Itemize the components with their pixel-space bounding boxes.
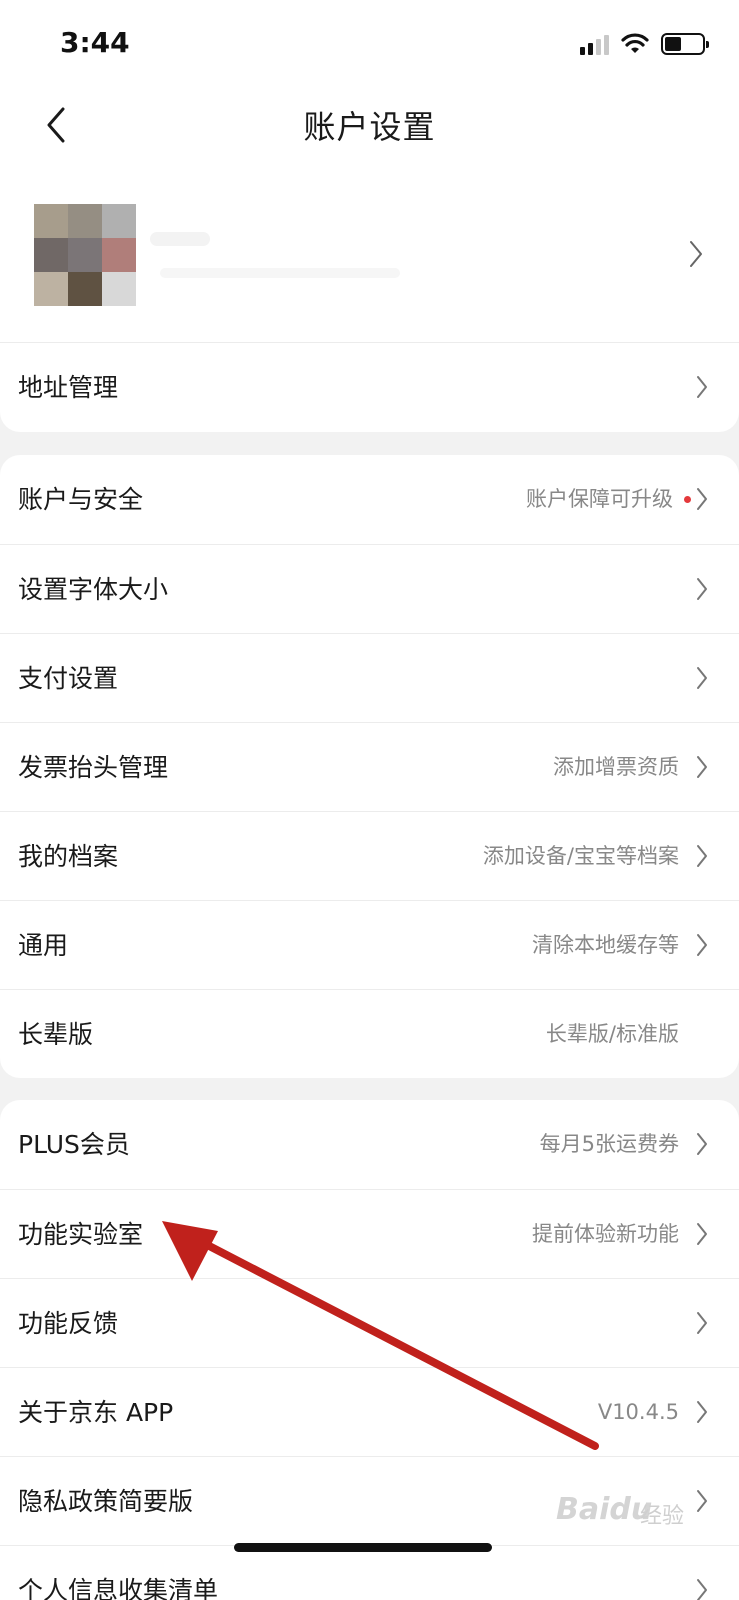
row-value: 账户保障可升级 [526, 487, 673, 511]
status-time: 3:44 [60, 26, 130, 59]
status-bar: 3:44 [0, 0, 739, 80]
row-label: 设置字体大小 [18, 575, 169, 604]
chevron-right-icon [697, 756, 707, 778]
avatar-tile [68, 238, 102, 272]
chevron-right-icon [697, 667, 707, 689]
profile-card: 地址管理 [0, 170, 739, 432]
row-plus-member[interactable]: PLUS会员 每月5张运费券 [0, 1100, 739, 1189]
avatar-tile [68, 272, 102, 306]
row-value: 添加设备/宝宝等档案 [482, 844, 679, 868]
row-label: 我的档案 [18, 842, 119, 871]
avatar-tile [102, 272, 136, 306]
row-feedback[interactable]: 功能反馈 [0, 1278, 739, 1367]
avatar-tile [102, 238, 136, 272]
watermark-sub: 经验 [640, 1504, 685, 1529]
row-value: 长辈版/标准版 [545, 1022, 679, 1046]
row-general[interactable]: 通用 清除本地缓存等 [0, 900, 739, 989]
page-title: 账户设置 [303, 108, 436, 146]
row-payment-settings[interactable]: 支付设置 [0, 633, 739, 722]
chevron-right-icon [697, 578, 707, 600]
row-label: 账户与安全 [18, 485, 144, 514]
settings-card-main: 账户与安全 账户保障可升级 设置字体大小 支付设置 发票抬头管理 添加增票资质 … [0, 455, 739, 1078]
chevron-right-icon [697, 845, 707, 867]
avatar [34, 204, 136, 306]
row-label: 功能实验室 [18, 1220, 144, 1249]
chevron-right-icon [690, 241, 702, 267]
avatar-tile [34, 272, 68, 306]
wifi-icon [621, 33, 649, 53]
row-label: 隐私政策简要版 [18, 1487, 194, 1516]
row-label: PLUS会员 [18, 1130, 130, 1159]
row-label: 通用 [18, 931, 69, 960]
avatar-tile [34, 204, 68, 238]
blurred-info [160, 268, 400, 278]
row-label: 功能反馈 [18, 1309, 119, 1338]
row-account-security[interactable]: 账户与安全 账户保障可升级 [0, 455, 739, 544]
row-value: 清除本地缓存等 [532, 933, 679, 957]
row-invoice-title[interactable]: 发票抬头管理 添加增票资质 [0, 722, 739, 811]
nav-bar: 账户设置 [0, 80, 739, 170]
row-label: 个人信息收集清单 [18, 1576, 219, 1600]
blurred-name [150, 232, 210, 246]
profile-row[interactable] [0, 170, 739, 342]
chevron-right-icon [697, 934, 707, 956]
row-label: 关于京东 APP [18, 1398, 174, 1427]
row-feature-lab[interactable]: 功能实验室 提前体验新功能 [0, 1189, 739, 1278]
avatar-tile [34, 238, 68, 272]
row-personal-info-list[interactable]: 个人信息收集清单 [0, 1545, 739, 1600]
chevron-right-icon [697, 1223, 707, 1245]
notification-dot [684, 496, 691, 503]
row-elder-mode[interactable]: 长辈版 长辈版/标准版 [0, 989, 739, 1078]
row-value: V10.4.5 [597, 1400, 679, 1424]
watermark-logo: Baidu [556, 1492, 653, 1527]
row-value: 提前体验新功能 [532, 1222, 679, 1246]
chevron-right-icon [697, 1133, 707, 1155]
signal-icon [580, 33, 609, 55]
chevron-right-icon [697, 1312, 707, 1334]
battery-icon [661, 33, 709, 55]
chevron-right-icon [697, 376, 707, 398]
avatar-tile [102, 204, 136, 238]
row-value: 添加增票资质 [553, 755, 679, 779]
row-my-profile[interactable]: 我的档案 添加设备/宝宝等档案 [0, 811, 739, 900]
home-indicator [234, 1543, 492, 1552]
chevron-right-icon [697, 1579, 707, 1600]
row-label: 长辈版 [18, 1020, 94, 1049]
row-label: 支付设置 [18, 664, 119, 693]
avatar-tile [68, 204, 102, 238]
chevron-right-icon [697, 488, 707, 510]
row-label: 发票抬头管理 [18, 753, 169, 782]
row-value: 每月5张运费券 [539, 1132, 679, 1156]
chevron-right-icon [697, 1401, 707, 1423]
row-label: 地址管理 [18, 373, 119, 402]
row-font-size[interactable]: 设置字体大小 [0, 544, 739, 633]
status-icons [580, 30, 709, 58]
row-about-app[interactable]: 关于京东 APP V10.4.5 [0, 1367, 739, 1456]
chevron-right-icon [697, 1490, 707, 1512]
row-address-management[interactable]: 地址管理 [0, 342, 739, 431]
